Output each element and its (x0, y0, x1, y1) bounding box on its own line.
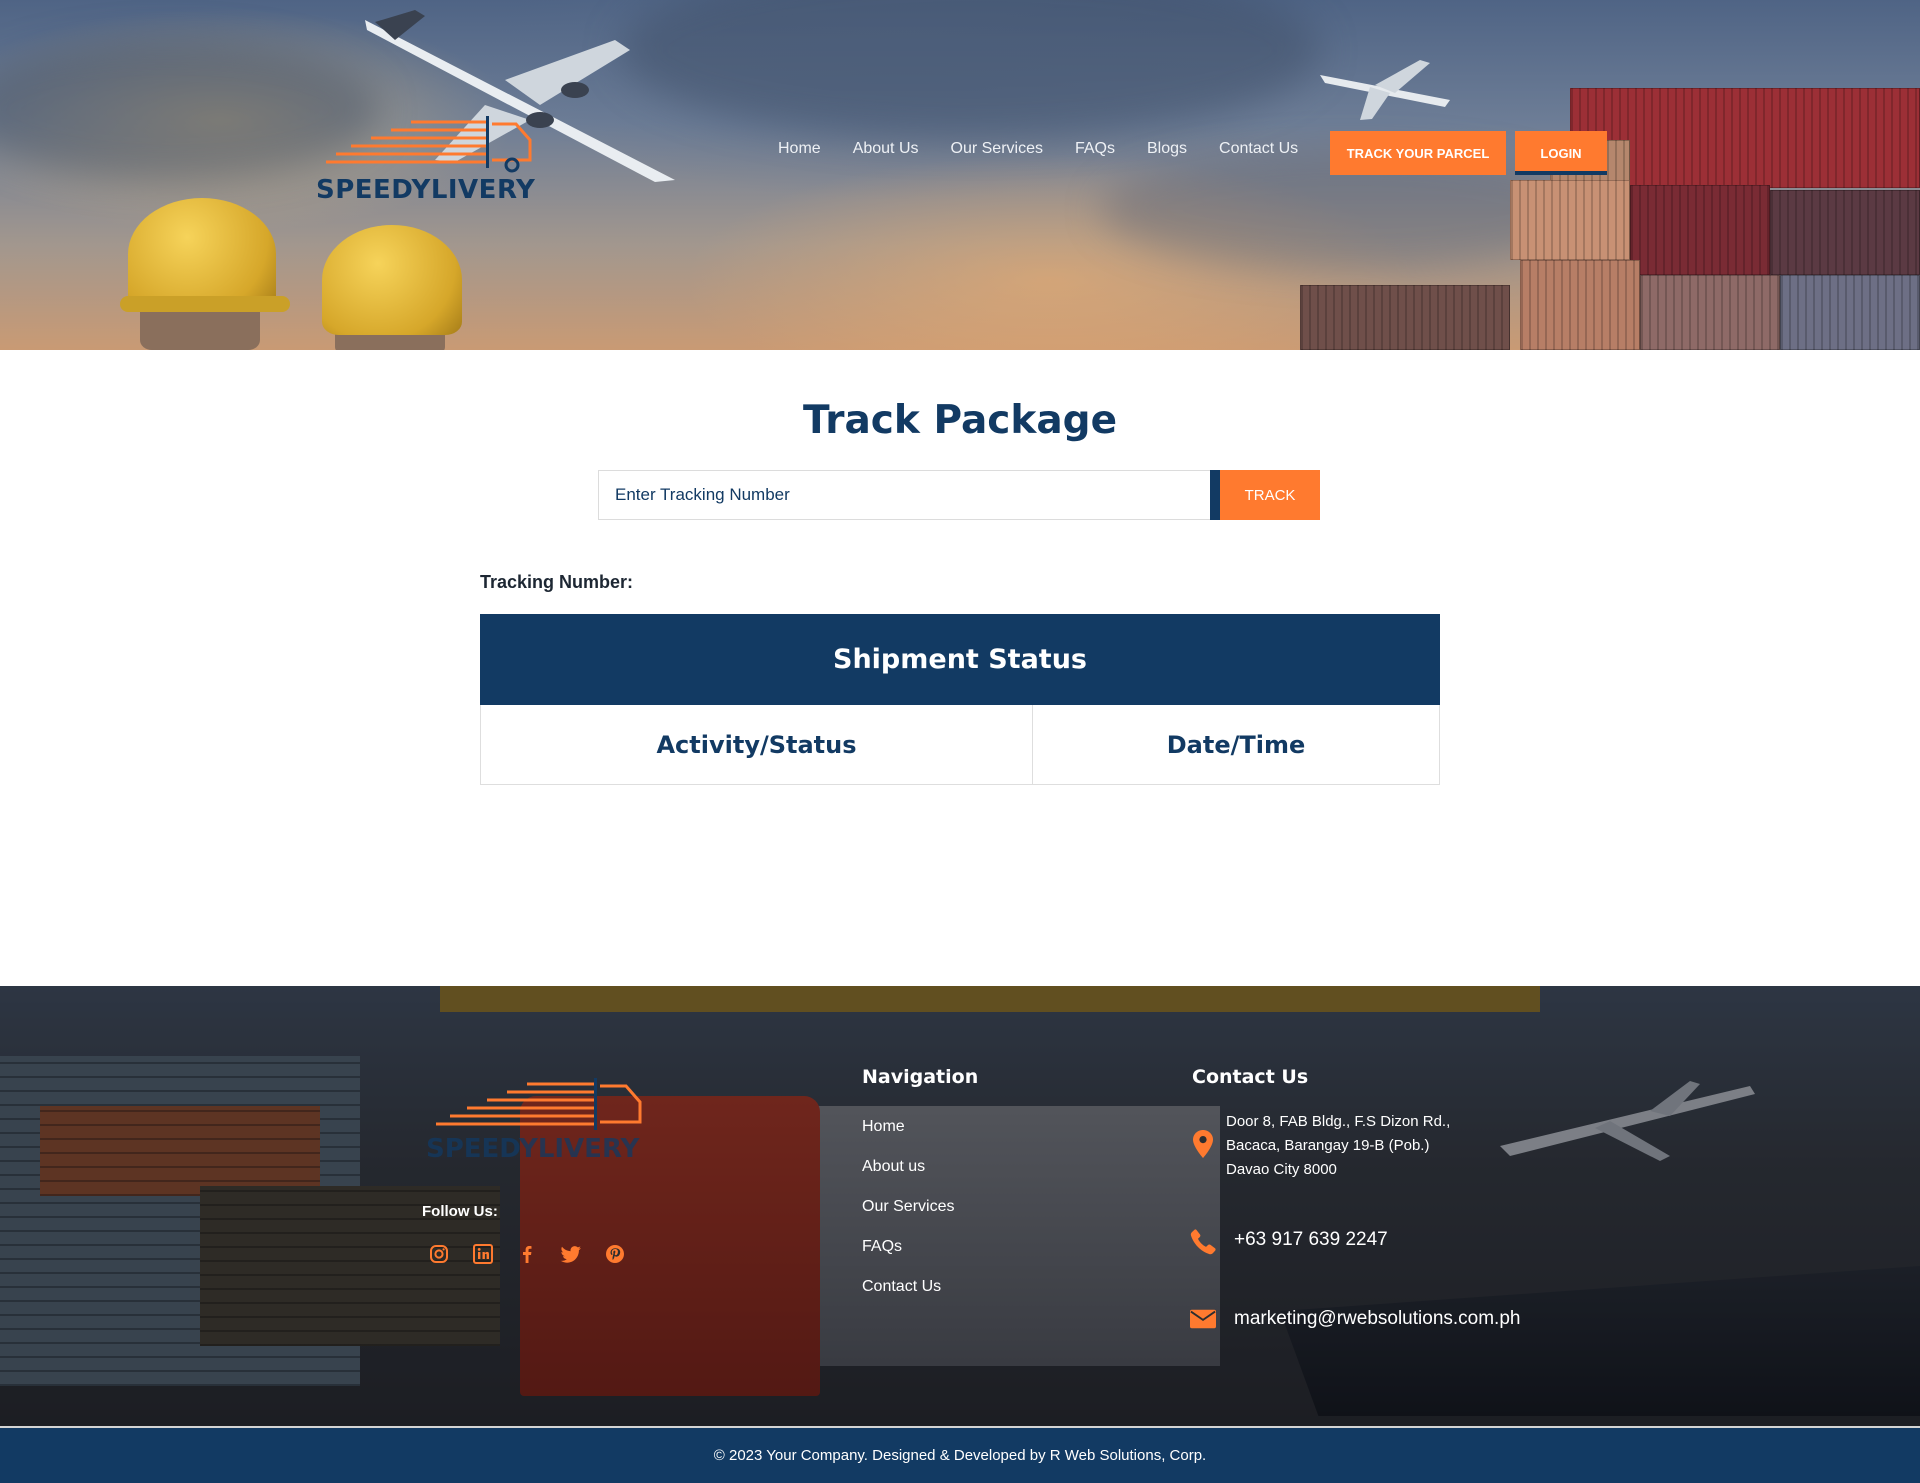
logo-text: SPEEDYLIVERY (316, 175, 536, 205)
track-your-parcel-button[interactable]: TRACK YOUR PARCEL (1330, 131, 1506, 175)
hard-hat (322, 225, 462, 335)
nav-faqs[interactable]: FAQs (1075, 140, 1115, 158)
twitter-icon[interactable] (560, 1243, 582, 1265)
tracking-number-label: Tracking Number: (480, 572, 634, 592)
nav-our-services[interactable]: Our Services (951, 140, 1043, 158)
copyright-bar: © 2023 Your Company. Designed & Develope… (0, 1426, 1920, 1483)
social-links (428, 1243, 648, 1265)
shipment-status-columns: Activity/Status Date/Time (480, 705, 1440, 785)
follow-us-label: Follow Us: (422, 1203, 498, 1220)
contact-phone: +63 917 639 2247 (1190, 1229, 1388, 1255)
search-divider (1210, 470, 1220, 520)
nav-blogs[interactable]: Blogs (1147, 140, 1187, 158)
linkedin-icon[interactable] (472, 1243, 494, 1265)
track-button[interactable]: TRACK (1220, 470, 1320, 520)
footer-logo-text: SPEEDYLIVERY (426, 1134, 640, 1164)
footer-navigation-heading: Navigation (862, 1066, 979, 1088)
address-text: Door 8, FAB Bldg., F.S Dizon Rd., Bacaca… (1226, 1110, 1450, 1182)
phone-icon (1190, 1229, 1216, 1255)
pinterest-icon[interactable] (604, 1243, 626, 1265)
site-logo[interactable]: SPEEDYLIVERY (316, 110, 566, 205)
envelope-icon (1190, 1309, 1216, 1329)
hard-hat (128, 198, 276, 310)
page-title: Track Package (802, 398, 1118, 443)
shipment-status-table: Shipment Status Activity/Status Date/Tim… (480, 614, 1440, 785)
speed-truck-icon (436, 1078, 642, 1130)
map-pin-icon (1190, 1130, 1216, 1158)
contact-email: marketing@rwebsolutions.com.ph (1190, 1308, 1520, 1330)
address-line: Door 8, FAB Bldg., F.S Dizon Rd., (1226, 1113, 1451, 1130)
speed-truck-icon (326, 116, 532, 173)
facebook-icon[interactable] (516, 1243, 538, 1265)
email-address[interactable]: marketing@rwebsolutions.com.ph (1234, 1308, 1520, 1330)
footer-nav-our-services[interactable]: Our Services (862, 1198, 954, 1238)
address-line: Davao City 8000 (1226, 1161, 1337, 1178)
footer-overlay (0, 986, 1920, 1426)
phone-number[interactable]: +63 917 639 2247 (1234, 1229, 1388, 1251)
contact-address: Door 8, FAB Bldg., F.S Dizon Rd., Bacaca… (1190, 1110, 1450, 1182)
footer-nav-faqs[interactable]: FAQs (862, 1238, 954, 1278)
login-button[interactable]: LOGIN (1515, 131, 1607, 175)
footer-navigation: Home About us Our Services FAQs Contact … (862, 1118, 954, 1318)
address-line: Bacaca, Barangay 19-B (Pob.) (1226, 1137, 1430, 1154)
tracking-number-input[interactable] (598, 470, 1210, 520)
instagram-icon[interactable] (428, 1243, 450, 1265)
nav-about-us[interactable]: About Us (853, 140, 919, 158)
footer-nav-contact-us[interactable]: Contact Us (862, 1278, 954, 1318)
hard-hat-brim (120, 296, 290, 312)
main-nav: Home About Us Our Services FAQs Blogs Co… (778, 140, 1330, 158)
column-date-time: Date/Time (1166, 730, 1306, 759)
airplane-graphic (1320, 60, 1450, 120)
tracking-search-form: TRACK (598, 470, 1320, 520)
nav-home[interactable]: Home (778, 140, 821, 158)
footer-contact-heading: Contact Us (1192, 1066, 1309, 1088)
footer-logo[interactable]: SPEEDYLIVERY (422, 1074, 672, 1164)
shipment-status-heading: Shipment Status (480, 614, 1440, 705)
nav-contact-us[interactable]: Contact Us (1219, 140, 1298, 158)
footer-nav-about-us[interactable]: About us (862, 1158, 954, 1198)
hero-cloud (620, 0, 1320, 140)
hero-banner: SPEEDYLIVERY (0, 0, 1920, 350)
shipping-containers-graphic (1300, 80, 1920, 350)
footer (0, 986, 1920, 1426)
footer-nav-home[interactable]: Home (862, 1118, 954, 1158)
column-activity-status: Activity/Status (481, 705, 1033, 784)
